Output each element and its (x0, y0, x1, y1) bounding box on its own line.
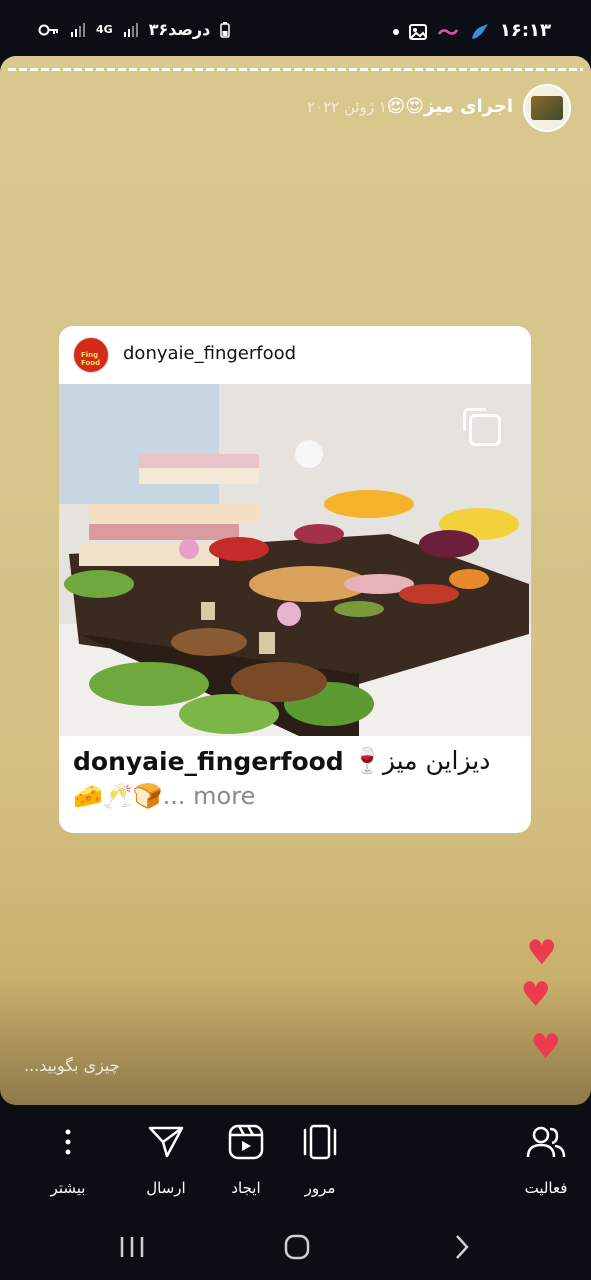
reply-input[interactable]: چیزی بگویید... (24, 1056, 120, 1075)
heart-icon: ♥ (526, 933, 557, 973)
post-image[interactable] (59, 384, 531, 736)
browse-button[interactable]: مرور (280, 1119, 360, 1197)
status-bar: ۱۶:۱۳ 4G ۳۶درصد (0, 0, 591, 58)
story-title[interactable]: اجرای میز😍😍 (387, 96, 514, 117)
create-button[interactable]: ایجاد (206, 1119, 286, 1197)
battery-icon (220, 21, 231, 38)
caption-username[interactable]: donyaie_fingerfood (73, 747, 344, 776)
story-date: ۱۲ ژوئن ۲۰۲۲ (307, 98, 395, 116)
signal-icon-2 (123, 22, 138, 37)
post-author-username[interactable]: donyaie_fingerfood (123, 343, 296, 364)
home-button[interactable] (267, 1227, 327, 1267)
more-button[interactable]: بیشتر (28, 1119, 108, 1197)
reels-icon (228, 1124, 264, 1160)
chevron-right-icon (456, 1235, 469, 1259)
shared-post-card[interactable]: Fing Food donyaie_fingerfood donyaie_fin… (59, 326, 531, 833)
logo-text: Fing Food (81, 351, 101, 367)
clock: ۱۶:۱۳ (499, 20, 551, 41)
post-caption[interactable]: donyaie_fingerfood دیزاین میز🍷 🧀🥂🍞... mo… (73, 746, 517, 810)
system-nav-bar (0, 1215, 591, 1280)
network-type: 4G (96, 23, 113, 36)
app-icon-pink (437, 29, 459, 35)
caption-emojis: 🧀🥂🍞 (73, 782, 163, 810)
home-icon (284, 1234, 310, 1260)
gallery-icon (409, 24, 427, 40)
notification-dot-icon (393, 29, 399, 35)
carousel-icon (303, 1124, 337, 1160)
key-icon (38, 24, 58, 35)
post-header[interactable]: Fing Food donyaie_fingerfood (59, 326, 531, 384)
post-author-logo[interactable]: Fing Food (73, 337, 109, 373)
recent-apps-button[interactable] (102, 1227, 162, 1267)
avatar-image (531, 96, 563, 120)
activity-button[interactable]: فعالیت (506, 1119, 586, 1197)
notification-icons (393, 22, 491, 42)
browse-label: مرور (304, 1179, 336, 1197)
story-progress-bar (8, 68, 583, 71)
heart-icon: ♥ (530, 1027, 561, 1067)
create-label: ایجاد (231, 1179, 261, 1197)
more-label: بیشتر (50, 1179, 86, 1197)
signal-icon (71, 22, 85, 37)
battery-text: ۳۶درصد (148, 20, 211, 39)
profile-avatar[interactable] (523, 84, 571, 132)
story-action-bar: فعالیت مرور ایجاد ارسال بیشتر (0, 1105, 591, 1215)
multiple-photos-icon (463, 408, 501, 446)
caption-text: دیزاین میز🍷 (351, 746, 491, 775)
recent-apps-icon (120, 1237, 144, 1257)
caption-more-link[interactable]: ... more (163, 782, 256, 810)
story-viewer[interactable]: اجرای میز😍😍 ۱۲ ژوئن ۲۰۲۲ Fing Food donya… (0, 56, 591, 1105)
send-label: ارسال (146, 1179, 186, 1197)
send-button[interactable]: ارسال (126, 1119, 206, 1197)
app-icon-bird (472, 24, 488, 39)
activity-label: فعالیت (524, 1179, 568, 1197)
back-button[interactable] (432, 1227, 492, 1267)
send-icon (148, 1126, 184, 1158)
system-status: 4G ۳۶درصد (38, 20, 231, 39)
people-icon (526, 1126, 566, 1158)
heart-icon: ♥ (520, 975, 551, 1015)
more-vertical-icon (65, 1129, 71, 1155)
food-table-photo (59, 384, 531, 736)
